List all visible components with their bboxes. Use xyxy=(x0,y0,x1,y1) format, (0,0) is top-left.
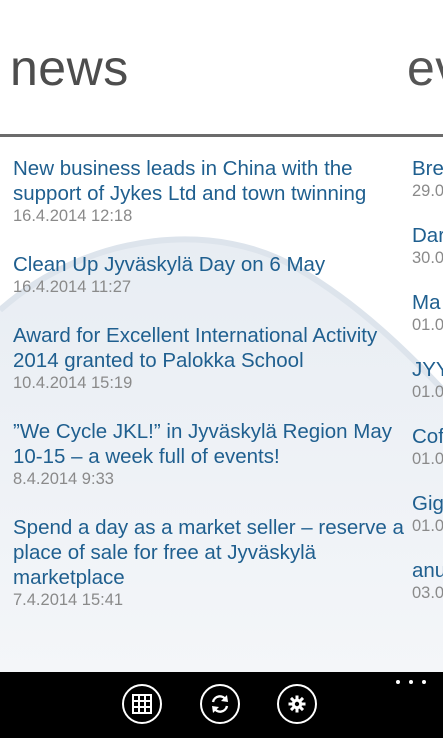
refresh-icon xyxy=(211,695,229,713)
event-date: 01.0 xyxy=(412,316,443,334)
event-item[interactable]: Bre 29.0 xyxy=(412,156,443,201)
event-date: 01.0 xyxy=(412,450,443,468)
ellipsis-dot xyxy=(409,680,413,684)
news-item[interactable]: Award for Excellent International Activi… xyxy=(13,323,405,393)
header-divider xyxy=(0,134,443,137)
event-date: 29.0 xyxy=(412,182,443,200)
news-date: 8.4.2014 9:33 xyxy=(13,470,114,488)
news-title: Clean Up Jyväskylä Day on 6 May xyxy=(13,253,326,276)
event-title: Bre xyxy=(412,157,443,180)
news-title: ”We Cycle JKL!” in Jyväskylä Region May … xyxy=(13,420,392,468)
event-title: JYY xyxy=(412,358,443,381)
news-item[interactable]: Clean Up Jyväskylä Day on 6 May 16.4.201… xyxy=(13,252,405,297)
refresh-button[interactable] xyxy=(200,684,240,724)
pivot-events-header[interactable]: ev xyxy=(407,40,443,96)
news-item[interactable]: New business leads in China with the sup… xyxy=(13,156,405,226)
event-title: Ma xyxy=(412,291,441,314)
news-title: Spend a day as a market seller – reserve… xyxy=(13,516,404,589)
ellipsis-icon[interactable] xyxy=(396,676,426,688)
settings-icon xyxy=(288,695,306,713)
event-title: anu xyxy=(412,559,443,582)
ellipsis-dot xyxy=(422,680,426,684)
events-list: Bre 29.0 Dar 30.0 Ma 01.0 JYY 01.0 Cof 0… xyxy=(412,156,443,625)
event-date: 01.0 xyxy=(412,517,443,535)
pivot-news-header[interactable]: news xyxy=(10,40,129,96)
tiles-button[interactable] xyxy=(122,684,162,724)
news-title: Award for Excellent International Activi… xyxy=(13,324,378,372)
event-item[interactable]: Cof 01.0 xyxy=(412,424,443,469)
news-item[interactable]: Spend a day as a market seller – reserve… xyxy=(13,515,405,610)
event-item[interactable]: Ma 01.0 xyxy=(412,290,443,335)
news-date: 16.4.2014 11:27 xyxy=(13,278,132,296)
pivot-header: news ev xyxy=(0,0,443,137)
news-date: 10.4.2014 15:19 xyxy=(13,374,133,392)
event-item[interactable]: Gig 01.0 xyxy=(412,491,443,536)
news-item[interactable]: ”We Cycle JKL!” in Jyväskylä Region May … xyxy=(13,419,405,489)
news-date: 16.4.2014 12:18 xyxy=(13,207,133,225)
event-item[interactable]: Dar 30.0 xyxy=(412,223,443,268)
event-item[interactable]: JYY 01.0 xyxy=(412,357,443,402)
event-date: 01.0 xyxy=(412,383,443,401)
settings-button[interactable] xyxy=(277,684,317,724)
app-bar xyxy=(0,672,443,738)
event-item[interactable]: anu 03.0 xyxy=(412,558,443,603)
news-title: New business leads in China with the sup… xyxy=(13,157,367,205)
event-date: 03.0 xyxy=(412,584,443,602)
event-title: Dar xyxy=(412,224,443,247)
ellipsis-dot xyxy=(396,680,400,684)
tiles-icon xyxy=(132,694,152,714)
news-date: 7.4.2014 15:41 xyxy=(13,591,124,609)
event-title: Cof xyxy=(412,425,443,448)
news-list: New business leads in China with the sup… xyxy=(13,156,405,636)
event-title: Gig xyxy=(412,492,443,515)
event-date: 30.0 xyxy=(412,249,443,267)
